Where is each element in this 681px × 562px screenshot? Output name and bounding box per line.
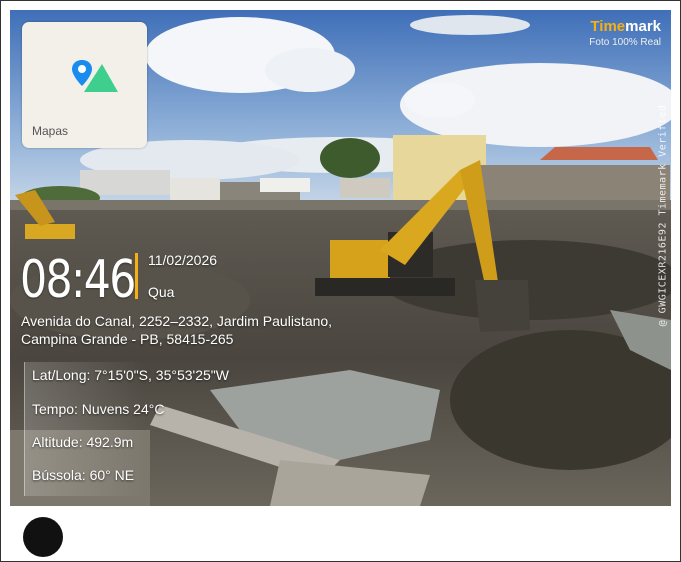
brand-name-rest: mark bbox=[625, 18, 661, 35]
altitude-text: Altitude: 492.9m bbox=[32, 434, 134, 450]
address-line-2: Campina Grande - PB, 58415-265 bbox=[21, 331, 234, 347]
latlong-text: Lat/Long: 7°15'0"S, 35°53'25"W bbox=[32, 367, 229, 383]
map-pin-icon bbox=[72, 60, 118, 92]
brand-name: Timemark bbox=[589, 18, 661, 35]
weather-text: Tempo: Nuvens 24°C bbox=[32, 401, 165, 417]
time-divider bbox=[135, 253, 138, 299]
avatar[interactable] bbox=[23, 517, 63, 557]
timemark-photo: Mapas Timemark Foto 100% Real @ GWGICEXR… bbox=[10, 10, 671, 506]
timestamp-time: 08:46 bbox=[20, 250, 136, 310]
timemark-brand: Timemark Foto 100% Real bbox=[589, 18, 661, 48]
map-label: Mapas bbox=[32, 124, 69, 138]
address-block: Avenida do Canal, 2252–2332, Jardim Paul… bbox=[21, 312, 332, 348]
timestamp-weekday: Qua bbox=[148, 284, 175, 300]
address-line-1: Avenida do Canal, 2252–2332, Jardim Paul… bbox=[21, 313, 333, 329]
timestamp-date: 11/02/2026 bbox=[148, 252, 218, 268]
map-card[interactable]: Mapas bbox=[22, 22, 147, 148]
compass-text: Bússola: 60° NE bbox=[32, 467, 135, 483]
brand-name-accent: Time bbox=[590, 18, 626, 35]
brand-subtitle: Foto 100% Real bbox=[589, 37, 661, 48]
location-details: Lat/Long: 7°15'0"S, 35°53'25"W Tempo: Nu… bbox=[24, 362, 229, 496]
verification-code: @ GWGICEXR216E92 Timemark Verified bbox=[657, 104, 669, 327]
image-frame: Mapas Timemark Foto 100% Real @ GWGICEXR… bbox=[0, 0, 681, 562]
